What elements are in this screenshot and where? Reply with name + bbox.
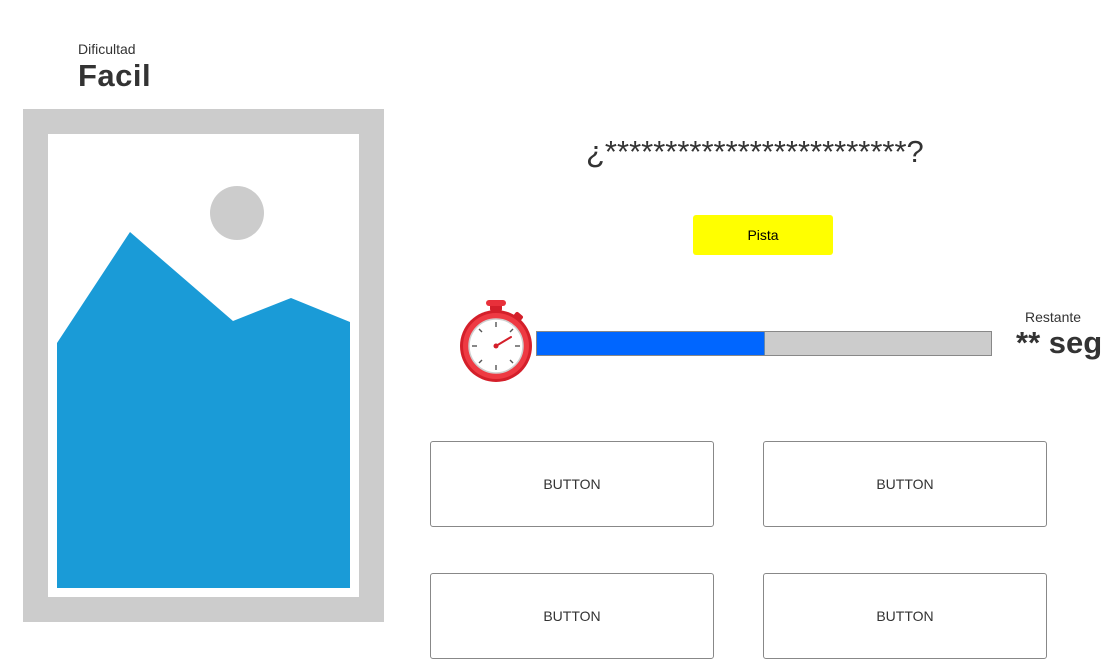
image-placeholder-icon [48,134,359,597]
answer-button-4[interactable]: BUTTON [763,573,1047,659]
placeholder-mountains [57,232,350,588]
placeholder-sun [210,186,264,240]
answer-button-1[interactable]: BUTTON [430,441,714,527]
timer-progress-bar [536,331,992,356]
remaining-caption: Restante [1025,309,1082,325]
timer-progress-fill [537,332,765,355]
difficulty-value: Facil [78,58,152,93]
answer-button-2[interactable]: BUTTON [763,441,1047,527]
remaining-time: ** seg [1016,325,1103,360]
difficulty-caption: Dificultad [78,41,136,57]
hint-button[interactable]: Pista [693,215,833,255]
question-image [23,109,384,622]
answer-button-3[interactable]: BUTTON [430,573,714,659]
question-text: ¿*************************? [586,134,924,169]
